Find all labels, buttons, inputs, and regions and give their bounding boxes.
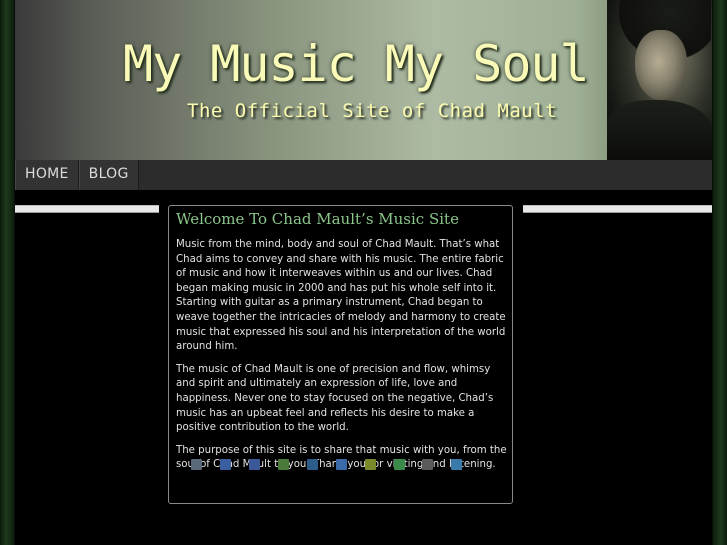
artist-portrait	[607, 0, 712, 160]
technorati-icon[interactable]	[422, 459, 433, 470]
social-share-bar	[191, 459, 491, 473]
site-header: My Music My Soul The Official Site of Ch…	[15, 0, 712, 160]
welcome-content-box: Welcome To Chad Mault’s Music Site Music…	[168, 205, 513, 504]
linkedin-icon[interactable]	[307, 459, 318, 470]
left-sidebar-header	[15, 205, 159, 213]
main-nav: HOME BLOG	[15, 160, 712, 190]
welcome-paragraph: Music from the mind, body and soul of Ch…	[176, 239, 506, 353]
twitter-icon[interactable]	[451, 459, 462, 470]
google-icon[interactable]	[278, 459, 289, 470]
nav-blog-link[interactable]: BLOG	[78, 160, 139, 190]
site-subtitle: The Official Site of Chad Mault	[187, 100, 558, 122]
welcome-body: Music from the mind, body and soul of Ch…	[176, 238, 510, 481]
stumbleupon-icon[interactable]	[394, 459, 405, 470]
myspace-icon[interactable]	[336, 459, 347, 470]
facebook-icon[interactable]	[249, 459, 260, 470]
site-title: My Music My Soul	[123, 35, 590, 93]
newsvine-icon[interactable]	[365, 459, 376, 470]
nav-home-link[interactable]: HOME	[15, 160, 79, 190]
welcome-title: Welcome To Chad Mault’s Music Site	[176, 210, 459, 228]
social-share-icon[interactable]	[191, 459, 202, 470]
right-sidebar-header	[523, 205, 712, 213]
delicious-icon[interactable]	[220, 459, 231, 470]
welcome-paragraph: The music of Chad Mault is one of precis…	[176, 363, 494, 434]
